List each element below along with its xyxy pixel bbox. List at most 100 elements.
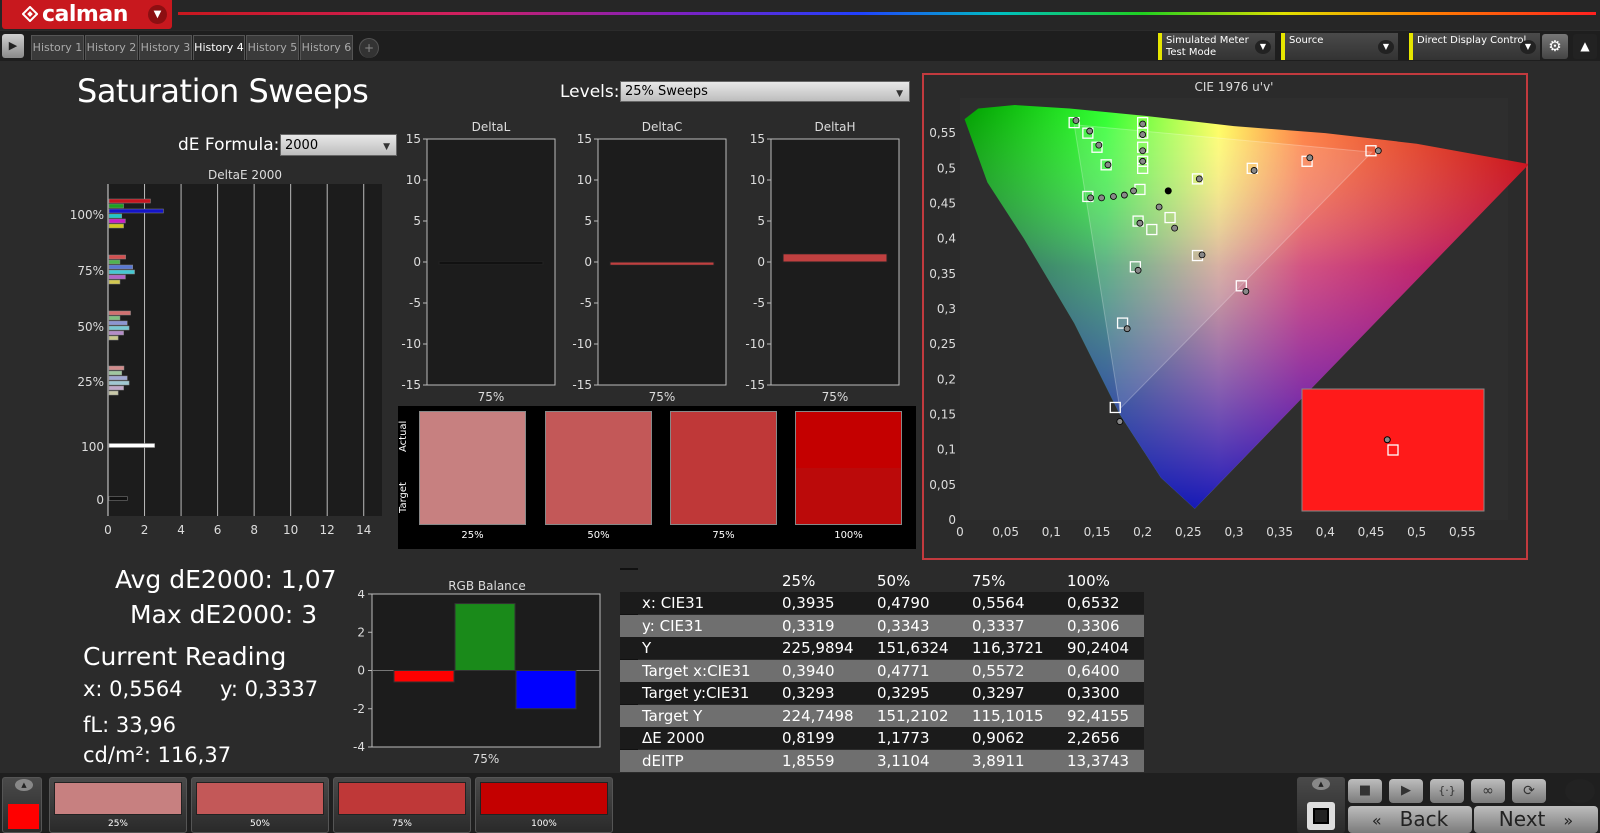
chevron-down-icon[interactable]: ▼ (148, 5, 167, 24)
swatch-label: 25% (461, 530, 484, 541)
measured-point (1098, 194, 1105, 202)
app-logo[interactable]: calman ▼ (2, 0, 172, 29)
tab-history-3[interactable]: History 3 (139, 35, 192, 60)
measured-point (1242, 288, 1250, 295)
back-icon: « (1371, 811, 1382, 830)
next-button[interactable]: Next » (1474, 806, 1598, 833)
table-cell: Target Y (642, 706, 703, 725)
patch-color (54, 782, 182, 815)
table-cell: 2,2656 (1067, 729, 1120, 747)
delta-bar (438, 261, 544, 265)
target-swatch (795, 468, 902, 525)
meter-select-3[interactable]: Direct Display Control ▼ (1409, 33, 1540, 60)
cie-y-tick: 0,45 (929, 197, 956, 211)
table-cell: dEITP (642, 751, 684, 770)
chevron-down-icon[interactable]: ▼ (1255, 40, 1271, 54)
patch-label: 25% (107, 819, 128, 829)
page-title: Saturation Sweeps (77, 72, 369, 110)
meter-select-2[interactable]: Source ▼ (1281, 33, 1398, 60)
y-tick-label: -10 (401, 337, 421, 351)
chevron-down-icon[interactable]: ▼ (1378, 40, 1394, 54)
patch-button-100pct[interactable]: 100% (475, 777, 613, 833)
deltae-bar (108, 218, 126, 224)
y-tick-label: 5 (413, 214, 421, 228)
table-cell: 0,3343 (877, 616, 930, 635)
y-tick-label: -5 (753, 296, 765, 310)
refresh-button[interactable]: ⟳ (1512, 779, 1546, 803)
table-cell: y: CIE31 (642, 616, 704, 635)
current-color-panel[interactable]: ▲ (2, 777, 42, 833)
table-cell: Target y:CIE31 (642, 684, 750, 702)
tab-history-6[interactable]: History 6 (300, 35, 353, 60)
x-axis-label: 75% (478, 390, 505, 404)
stop-button[interactable] (1307, 802, 1335, 830)
x-tick-label: 4 (177, 523, 185, 537)
y-tick-label: -15 (745, 378, 765, 392)
play-button[interactable]: ▶ (1389, 779, 1423, 803)
cie-y-tick: 0 (948, 513, 956, 527)
y-tick-label: -10 (572, 337, 592, 351)
tab-history-4[interactable]: History 4 (193, 35, 245, 60)
y-group-label: 100 (81, 440, 104, 454)
x-tick-label: 14 (356, 523, 371, 537)
measured-point (1195, 175, 1203, 183)
play-icon: ▶ (1401, 783, 1411, 798)
measured-point (1104, 161, 1112, 169)
deltae-bar (108, 370, 123, 376)
next-icon: » (1563, 811, 1574, 830)
cie-chart: CIE 1976 u'v' 0 0,05 0,1 0,15 0,2 0,25 0,3 0,35 0… (922, 73, 1528, 560)
options-button[interactable] (1565, 779, 1595, 803)
patch-button-50pct[interactable]: 50% (191, 777, 329, 833)
table-row: Target y:CIE31 0,3293 0,3295 0,3297 0,3300 (620, 682, 1144, 704)
current-x: x: 0,5564 (83, 677, 183, 701)
y-tick-label: 10 (577, 173, 592, 187)
calman-logo-icon (22, 6, 38, 22)
y-tick-label: 4 (357, 590, 365, 601)
y-group-label: 25% (77, 375, 104, 389)
deltae-bar (108, 320, 128, 326)
inset-zoom-swatch (1301, 388, 1485, 512)
play-icon[interactable]: ▶ (2, 34, 24, 58)
patch-button-25pct[interactable]: 25% (49, 777, 187, 833)
deltae-bar (108, 254, 126, 260)
measure-stop-button[interactable]: ■ (1348, 779, 1382, 803)
chevron-up-icon[interactable]: ▲ (1312, 778, 1330, 790)
table-cell: 225,9894 (782, 639, 854, 657)
cie-x-tick: 0,15 (1084, 525, 1111, 539)
continuous-read-button[interactable]: ∞ (1471, 779, 1505, 803)
tab-history-5[interactable]: History 5 (246, 35, 299, 60)
chevron-up-icon[interactable]: ▲ (1573, 34, 1597, 59)
table-cell: 151,6324 (877, 639, 949, 657)
gear-icon[interactable]: ⚙ (1542, 34, 1568, 59)
measured-point (1155, 203, 1163, 211)
cie-x-tick: 0 (956, 525, 964, 539)
cie-x-tick: 0,35 (1266, 525, 1293, 539)
y-tick-label: 5 (584, 214, 592, 228)
cie-y-tick: 0,15 (929, 408, 956, 422)
de-formula-label: dE Formula: (178, 135, 280, 155)
deltae-bar (108, 496, 128, 501)
y-tick-label: 2 (357, 625, 365, 639)
levels-dropdown[interactable]: 25% Sweeps ▼ (620, 81, 910, 102)
meter-select-1[interactable]: Simulated Meter Test Mode ▼ (1158, 33, 1275, 60)
chevron-down-icon[interactable]: ▼ (1520, 40, 1536, 54)
y-tick-label: -2 (353, 702, 365, 716)
back-button[interactable]: « Back (1348, 806, 1472, 833)
chevron-up-icon[interactable]: ▲ (15, 779, 33, 791)
add-history-tab-button[interactable]: + (359, 38, 379, 58)
actual-swatch (545, 411, 652, 468)
tab-history-1[interactable]: History 1 (31, 35, 84, 60)
tab-history-2[interactable]: History 2 (85, 35, 138, 60)
de-formula-dropdown[interactable]: 2000 ▼ (280, 134, 397, 156)
deltae-bar (108, 203, 124, 209)
max-de: Max dE2000: 3 (130, 600, 318, 629)
y-group-label: 50% (77, 320, 104, 334)
deltae-bar (108, 390, 119, 396)
x-axis-label: 75% (649, 390, 676, 404)
cie-y-tick: 0,2 (937, 372, 956, 386)
table-cell: 0,3297 (972, 684, 1025, 702)
single-read-button[interactable]: {·} (1430, 779, 1464, 803)
patch-button-75pct[interactable]: 75% (333, 777, 471, 833)
cie-x-tick: 0,25 (1175, 525, 1202, 539)
cie-x-tick: 0,5 (1407, 525, 1426, 539)
